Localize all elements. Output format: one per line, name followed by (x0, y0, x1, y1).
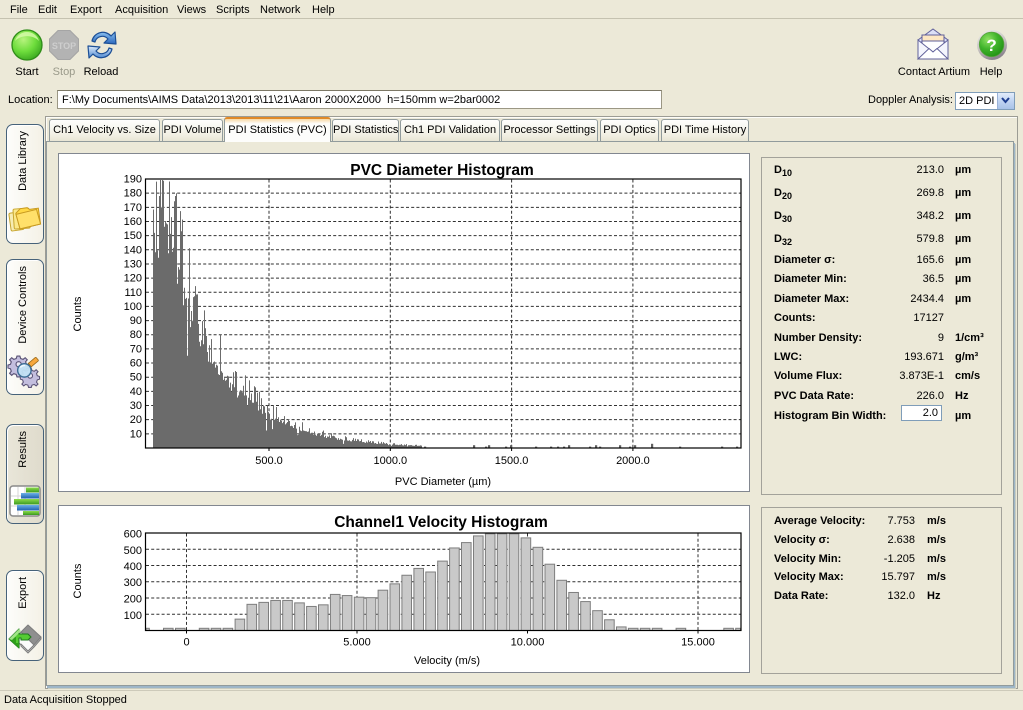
svg-text:400: 400 (124, 561, 142, 573)
svg-text:300: 300 (124, 577, 142, 589)
svg-text:110: 110 (124, 287, 142, 299)
svg-text:20: 20 (130, 414, 142, 426)
svg-text:140: 140 (124, 244, 142, 256)
svg-text:Channel1 Velocity Histogram: Channel1 Velocity Histogram (334, 514, 548, 531)
svg-text:200: 200 (124, 594, 142, 606)
svg-text:10.000: 10.000 (511, 637, 545, 649)
svg-text:150: 150 (124, 230, 142, 242)
svg-text:60: 60 (130, 358, 142, 370)
svg-text:120: 120 (124, 273, 142, 285)
svg-text:40: 40 (130, 386, 142, 398)
svg-text:100: 100 (124, 610, 142, 622)
svg-text:180: 180 (124, 188, 142, 200)
svg-text:Counts: Counts (72, 563, 84, 598)
svg-text:STOP: STOP (52, 41, 76, 51)
svg-text:100: 100 (124, 301, 142, 313)
svg-text:5.000: 5.000 (343, 637, 371, 649)
svg-text:?: ? (986, 36, 996, 55)
svg-text:2000.0: 2000.0 (616, 455, 650, 467)
svg-text:Counts: Counts (72, 296, 84, 331)
svg-text:90: 90 (130, 315, 142, 327)
svg-text:10: 10 (130, 428, 142, 440)
svg-text:Velocity (m/s): Velocity (m/s) (414, 655, 480, 667)
svg-text:500.0: 500.0 (255, 455, 283, 467)
svg-text:500: 500 (124, 545, 142, 557)
svg-text:70: 70 (130, 343, 142, 355)
svg-text:170: 170 (124, 202, 142, 214)
svg-text:15.000: 15.000 (681, 637, 715, 649)
svg-text:600: 600 (124, 529, 142, 541)
svg-text:80: 80 (130, 329, 142, 341)
svg-text:190: 190 (124, 174, 142, 186)
svg-text:PVC Diameter Histogram: PVC Diameter Histogram (350, 162, 533, 179)
svg-text:1500.0: 1500.0 (495, 455, 529, 467)
svg-text:30: 30 (130, 400, 142, 412)
svg-text:PVC Diameter (µm): PVC Diameter (µm) (395, 476, 491, 488)
svg-text:130: 130 (124, 258, 142, 270)
svg-text:160: 160 (124, 216, 142, 228)
svg-text:1000.0: 1000.0 (373, 455, 407, 467)
svg-text:50: 50 (130, 372, 142, 384)
svg-text:0: 0 (183, 637, 189, 649)
